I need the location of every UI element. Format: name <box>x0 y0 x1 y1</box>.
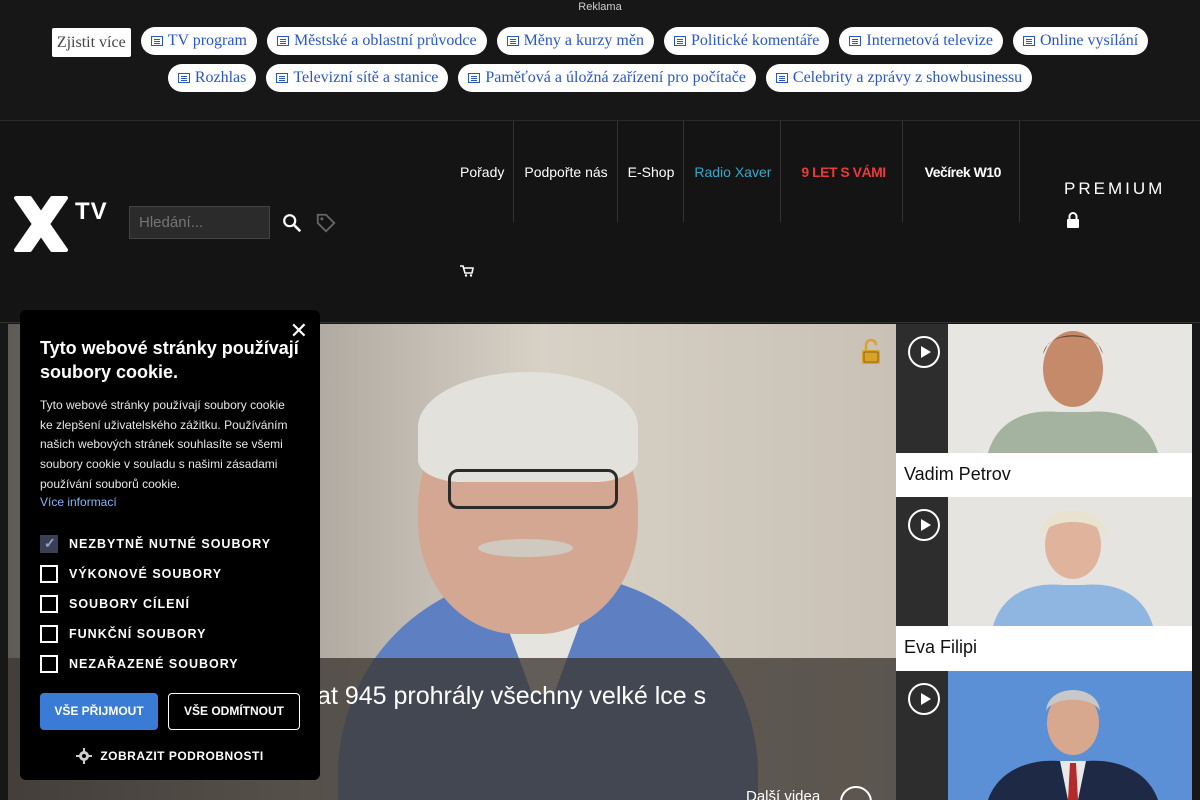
video-card[interactable] <box>896 671 1192 800</box>
cookie-text: Tyto webové stránky používají soubory co… <box>40 398 288 491</box>
search-input[interactable] <box>129 206 270 239</box>
checkbox[interactable] <box>40 624 58 643</box>
gear-icon <box>76 747 93 764</box>
search-icon[interactable] <box>281 212 303 234</box>
video-thumbnail <box>948 324 1192 453</box>
x-logo-icon <box>14 196 68 252</box>
nav-item-podporte-nas[interactable]: Podpořte nás <box>514 121 618 222</box>
ad-more-button[interactable]: Zjistit více <box>51 28 131 57</box>
ad-bar: Reklama Zjistit více TV program Městské … <box>0 0 1200 120</box>
newspaper-icon <box>468 73 481 83</box>
checkbox[interactable] <box>40 534 58 553</box>
chevron-right-icon[interactable] <box>840 786 872 800</box>
show-details-button[interactable]: ZOBRAZIT PODROBNOSTI <box>40 747 300 764</box>
ad-pill[interactable]: Rozhlas <box>167 64 257 92</box>
ad-pill[interactable]: Paměťová a úložná zařízení pro počítače <box>458 64 756 92</box>
close-icon[interactable]: ✕ <box>290 318 308 344</box>
nav-item-eshop[interactable]: E-Shop <box>618 121 685 222</box>
newspaper-icon <box>673 36 686 46</box>
ad-pill[interactable]: Politické komentáře <box>663 27 830 55</box>
reject-all-button[interactable]: VŠE ODMÍTNOUT <box>168 692 300 730</box>
video-thumbnail <box>418 372 638 482</box>
newspaper-icon <box>276 36 289 46</box>
video-title: Eva Filipi <box>904 637 978 657</box>
ad-row: Rozhlas Televizní sítě a stanice Paměťov… <box>0 64 1200 92</box>
nav-item-porady[interactable]: Pořady <box>450 121 515 222</box>
nav-item-vecirek[interactable]: Večírek W10 <box>903 121 1020 222</box>
newspaper-icon <box>1022 36 1035 46</box>
checkbox[interactable] <box>40 654 58 673</box>
cookie-option-functional[interactable]: FUNKČNÍ SOUBORY <box>40 619 300 649</box>
cookie-option-performance[interactable]: VÝKONOVÉ SOUBORY <box>40 559 300 589</box>
main-nav: Pořady Podpořte nás E-Shop Radio Xaver 9… <box>450 121 1020 223</box>
checkbox[interactable] <box>40 594 58 613</box>
newspaper-icon <box>849 36 862 46</box>
video-list: Vadim Petrov Eva Filipi <box>896 324 1192 800</box>
more-info-link[interactable]: Více informací <box>40 495 300 509</box>
cookie-option-unclassified[interactable]: NEZAŘAZENÉ SOUBORY <box>40 649 300 679</box>
ad-row: Zjistit více TV program Městské a oblast… <box>0 27 1200 57</box>
newspaper-icon <box>775 73 788 83</box>
video-thumbnail <box>948 497 1192 626</box>
ad-pill[interactable]: Televizní sítě a stanice <box>266 64 449 92</box>
play-icon[interactable] <box>908 336 940 368</box>
lock-icon <box>1067 212 1079 228</box>
cookie-buttons: VŠE PŘIJMOUT VŠE ODMÍTNOUT <box>40 692 300 730</box>
ad-pill[interactable]: Měny a kurzy měn <box>496 27 654 55</box>
video-card[interactable]: Eva Filipi <box>896 497 1192 671</box>
site-logo[interactable]: TV <box>10 194 107 254</box>
video-title: Vadim Petrov <box>904 464 1011 484</box>
premium-link[interactable]: PREMIUM <box>1064 179 1165 199</box>
ad-pill[interactable]: Městské a oblastní průvodce <box>266 27 487 55</box>
newspaper-icon <box>177 73 190 83</box>
video-thumbnail <box>896 324 1192 453</box>
cookie-options: NEZBYTNĚ NUTNÉ SOUBORY VÝKONOVÉ SOUBORY … <box>40 529 300 679</box>
ad-pill[interactable]: TV program <box>140 27 257 55</box>
logo-text: TV <box>75 198 108 225</box>
more-videos-link[interactable]: Další videa <box>746 788 820 800</box>
ad-pill[interactable]: Celebrity a zprávy z showbusinessu <box>765 64 1033 92</box>
site-header: TV Pořady Podpořte nás E-Shop Radio Xave… <box>0 120 1200 323</box>
ad-pill[interactable]: Online vysílání <box>1012 27 1149 55</box>
checkbox[interactable] <box>40 564 58 583</box>
tag-icon[interactable] <box>315 212 337 234</box>
nav-item-9-let[interactable]: 9 LET S VÁMI <box>781 121 903 222</box>
video-thumbnail <box>896 671 1192 800</box>
cookie-option-necessary[interactable]: NEZBYTNĚ NUTNÉ SOUBORY <box>40 529 300 559</box>
cookie-option-targeting[interactable]: SOUBORY CÍLENÍ <box>40 589 300 619</box>
ad-pill[interactable]: Internetová televize <box>839 27 1003 55</box>
nav-item-radio-xaver[interactable]: Radio Xaver <box>684 121 782 222</box>
cookie-title: Tyto webové stránky používají soubory co… <box>40 338 299 382</box>
ad-label: Reklama <box>578 1 622 13</box>
video-card[interactable]: Vadim Petrov <box>896 324 1192 497</box>
play-icon[interactable] <box>908 683 940 715</box>
video-thumbnail <box>896 497 1192 626</box>
cookie-consent-dialog: ✕ Tyto webové stránky používají soubory … <box>20 310 320 780</box>
video-thumbnail <box>948 671 1192 800</box>
cart-icon[interactable] <box>460 265 474 277</box>
newspaper-icon <box>276 73 289 83</box>
unlock-icon <box>862 339 880 364</box>
video-thumbnail <box>478 539 573 557</box>
accept-all-button[interactable]: VŠE PŘIJMOUT <box>40 692 158 730</box>
newspaper-icon <box>150 36 163 46</box>
video-thumbnail <box>448 469 618 509</box>
play-icon[interactable] <box>908 509 940 541</box>
newspaper-icon <box>506 36 519 46</box>
